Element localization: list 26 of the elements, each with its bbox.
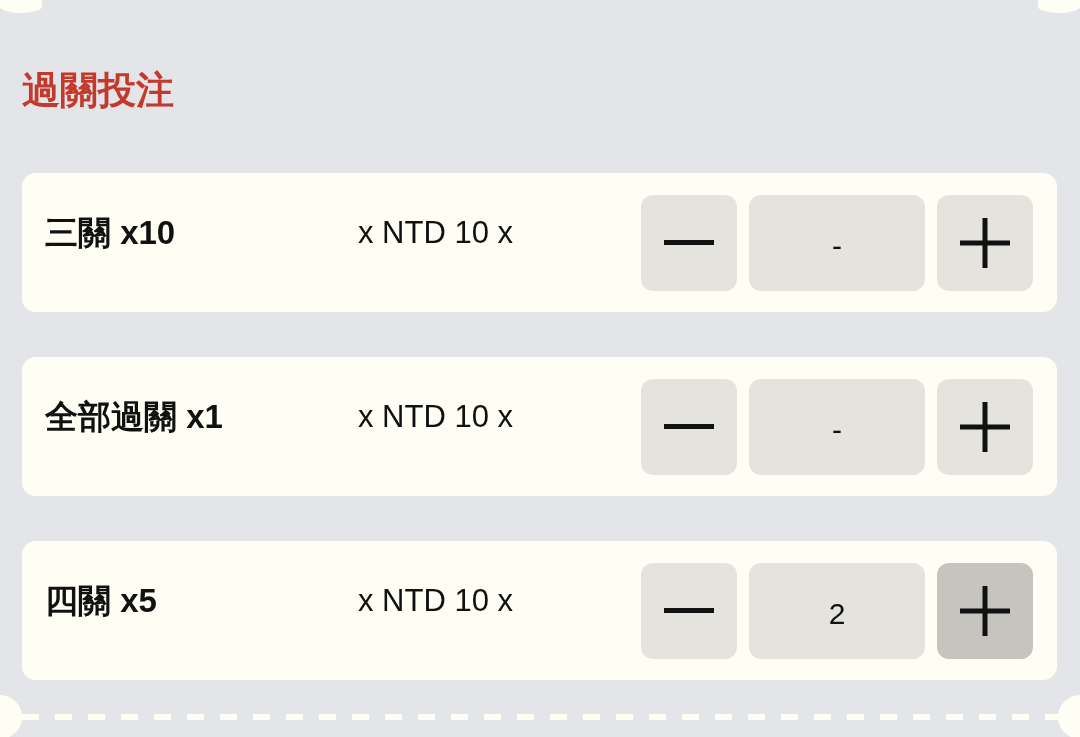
quantity-field[interactable]: 2 [749,562,925,659]
minus-icon [664,608,714,613]
decrement-button[interactable] [641,378,737,475]
decrement-button[interactable] [641,562,737,659]
bet-label: 三關 x10 [45,212,177,253]
increment-button[interactable] [937,562,1033,659]
bet-label: 四關 x5 [45,580,158,621]
ticket-notch [0,0,42,13]
stake-text: x NTD 10 x [358,213,514,252]
quantity-field[interactable]: - [749,378,925,475]
plus-icon [960,401,1010,452]
ticket-notch [0,695,22,737]
minus-icon [664,424,714,429]
stake-text: x NTD 10 x [358,581,514,620]
quantity-field[interactable]: - [749,194,925,291]
minus-icon [664,240,714,245]
increment-button[interactable] [937,194,1033,291]
decrement-button[interactable] [641,194,737,291]
increment-button[interactable] [937,378,1033,475]
ticket-notch [1058,695,1080,737]
plus-icon [960,585,1010,636]
plus-icon [960,217,1010,268]
bet-label: 全部過關 x1 [45,396,224,437]
stake-text: x NTD 10 x [358,397,514,436]
ticket-notch [1038,0,1080,13]
section-title: 過關投注 [22,70,174,110]
